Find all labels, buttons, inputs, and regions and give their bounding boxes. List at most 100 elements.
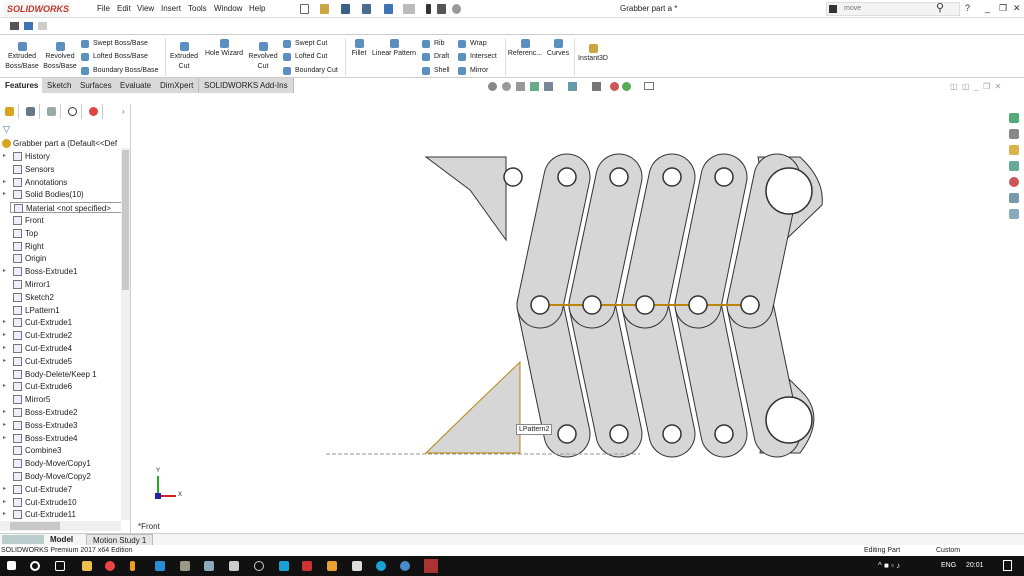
tree-item[interactable]: ▸ Boss-Extrude1	[0, 266, 120, 277]
expand-arrow-icon[interactable]: ▸	[3, 509, 6, 520]
viewport-minimize-icon[interactable]: _	[974, 82, 978, 91]
tree-item[interactable]: ▸ Cut-Extrude7	[0, 484, 120, 495]
restore-icon[interactable]: ❐	[999, 3, 1007, 14]
instant3d-button[interactable]: Instant3D	[576, 44, 610, 64]
app-icon[interactable]	[254, 561, 264, 571]
reference-geometry-button[interactable]: Referenc...	[507, 39, 543, 59]
chrome-icon[interactable]	[105, 561, 115, 571]
tile-right-icon[interactable]: ◫	[962, 82, 970, 91]
menu-view[interactable]: View	[137, 4, 154, 13]
expand-arrow-icon[interactable]: ▸	[3, 151, 6, 162]
menu-help[interactable]: Help	[249, 4, 265, 13]
tree-root[interactable]: Grabber part a (Default<<Def	[0, 138, 120, 149]
menu-tools[interactable]: Tools	[188, 4, 207, 13]
boundary-cut-button[interactable]: Boundary Cut	[283, 66, 338, 76]
tree-item[interactable]: LPattern1	[0, 305, 120, 316]
fillet-button[interactable]: Fillet	[348, 39, 370, 59]
revolved-cut-button[interactable]: Revolved Cut	[246, 42, 280, 72]
viewport-close-icon[interactable]: ✕	[995, 82, 1002, 91]
design-library-icon[interactable]	[1009, 129, 1019, 139]
menu-insert[interactable]: Insert	[161, 4, 181, 13]
print-icon[interactable]	[362, 4, 371, 14]
forum-icon[interactable]	[1009, 209, 1019, 219]
lofted-cut-button[interactable]: Lofted Cut	[283, 52, 327, 62]
minimize-icon[interactable]: _	[985, 3, 990, 13]
tree-item[interactable]: ▸ Cut-Extrude11	[0, 509, 120, 520]
expand-arrow-icon[interactable]: ▸	[3, 317, 6, 328]
tree-item[interactable]: Combine3	[0, 445, 120, 456]
help-icon[interactable]: ?	[965, 3, 970, 13]
expand-arrow-icon[interactable]: ▸	[3, 330, 6, 341]
tab-dimxpert[interactable]: DimXpert	[155, 78, 200, 93]
cortana-icon[interactable]	[30, 561, 40, 571]
menu-window[interactable]: Window	[214, 4, 242, 13]
notifications-icon[interactable]	[1003, 560, 1012, 571]
rebuild-icon[interactable]	[426, 4, 431, 14]
section-view-icon[interactable]	[530, 82, 539, 91]
feature-manager-tab[interactable]	[0, 104, 19, 119]
clock[interactable]: 20:01	[966, 562, 984, 569]
tree-item[interactable]: ▸ Cut-Extrude1	[0, 317, 120, 328]
app-icon[interactable]	[130, 561, 135, 571]
configuration-manager-tab[interactable]	[42, 104, 61, 119]
tab-model[interactable]: Model	[50, 534, 73, 545]
expand-arrow-icon[interactable]: ▸	[3, 356, 6, 367]
edit-appearance-icon[interactable]	[610, 82, 619, 91]
tree-item[interactable]: ▸ Boss-Extrude4	[0, 433, 120, 444]
tab-surfaces[interactable]: Surfaces	[75, 78, 118, 93]
tree-item[interactable]: ▸ Boss-Extrude2	[0, 407, 120, 418]
language-indicator[interactable]: ENG	[941, 562, 956, 569]
tab-scroll-arrows[interactable]	[2, 535, 44, 544]
extruded-cut-button[interactable]: Extruded Cut	[167, 42, 201, 72]
app-icon[interactable]	[327, 561, 337, 571]
dimxpert-manager-tab[interactable]	[63, 104, 82, 119]
search-icon[interactable]: ⚲	[936, 1, 944, 14]
appearances-icon[interactable]	[1009, 177, 1019, 187]
app-icon[interactable]	[400, 561, 410, 571]
zoom-area-icon[interactable]	[502, 82, 511, 91]
file-properties-icon[interactable]	[437, 4, 446, 14]
expand-arrow-icon[interactable]: ▸	[3, 189, 6, 200]
tree-item[interactable]: Origin	[0, 253, 120, 264]
custom-properties-icon[interactable]	[1009, 193, 1019, 203]
tree-item[interactable]: Top	[0, 228, 120, 239]
zoom-to-fit-icon[interactable]	[488, 82, 497, 91]
new-icon[interactable]	[300, 4, 309, 14]
menu-edit[interactable]: Edit	[117, 4, 131, 13]
menu-file[interactable]: File	[97, 4, 110, 13]
draft-button[interactable]: Draft	[422, 52, 449, 62]
close-icon[interactable]: ✕	[1013, 3, 1021, 14]
view-settings-icon[interactable]	[644, 82, 654, 90]
expand-arrow-icon[interactable]: ▸	[3, 177, 6, 188]
task-view-icon[interactable]	[55, 561, 65, 571]
tab-addins[interactable]: SOLIDWORKS Add-Ins	[199, 78, 294, 93]
tree-item[interactable]: ▸ History	[0, 151, 120, 162]
expand-arrow-icon[interactable]: ▸	[3, 484, 6, 495]
display-style-icon[interactable]	[568, 82, 577, 91]
tree-item[interactable]: ▸ Annotations	[0, 177, 120, 188]
tree-item[interactable]: ▸ Cut-Extrude2	[0, 330, 120, 341]
apply-scene-icon[interactable]	[622, 82, 631, 91]
tree-scroll-thumb[interactable]	[122, 150, 129, 290]
tab-features[interactable]: Features	[0, 78, 45, 93]
swept-cut-button[interactable]: Swept Cut	[283, 39, 327, 49]
tree-item[interactable]: Front	[0, 215, 120, 226]
tree-item[interactable]: ▸ Solid Bodies(10)	[0, 189, 120, 200]
markup-icon[interactable]	[38, 22, 47, 30]
panel-expand-arrow[interactable]: ›	[122, 107, 125, 116]
tree-item[interactable]: Body-Delete/Keep 1	[0, 369, 120, 380]
app-icon[interactable]	[279, 561, 289, 571]
intersect-button[interactable]: Intersect	[458, 52, 497, 62]
app-icon[interactable]	[180, 561, 190, 571]
display-manager-tab[interactable]	[84, 104, 103, 119]
file-explorer-icon[interactable]	[1009, 145, 1019, 155]
calculator-icon[interactable]	[229, 561, 239, 571]
snapshot-icon[interactable]	[24, 22, 33, 30]
expand-arrow-icon[interactable]: ▸	[3, 407, 6, 418]
boundary-boss-button[interactable]: Boundary Boss/Base	[81, 66, 158, 76]
expand-arrow-icon[interactable]: ▸	[3, 420, 6, 431]
graphics-area[interactable]	[131, 94, 1006, 534]
tree-item[interactable]: Material <not specified>	[10, 202, 126, 214]
shell-button[interactable]: Shell	[422, 66, 450, 76]
tree-horizontal-scrollbar[interactable]	[0, 521, 121, 531]
